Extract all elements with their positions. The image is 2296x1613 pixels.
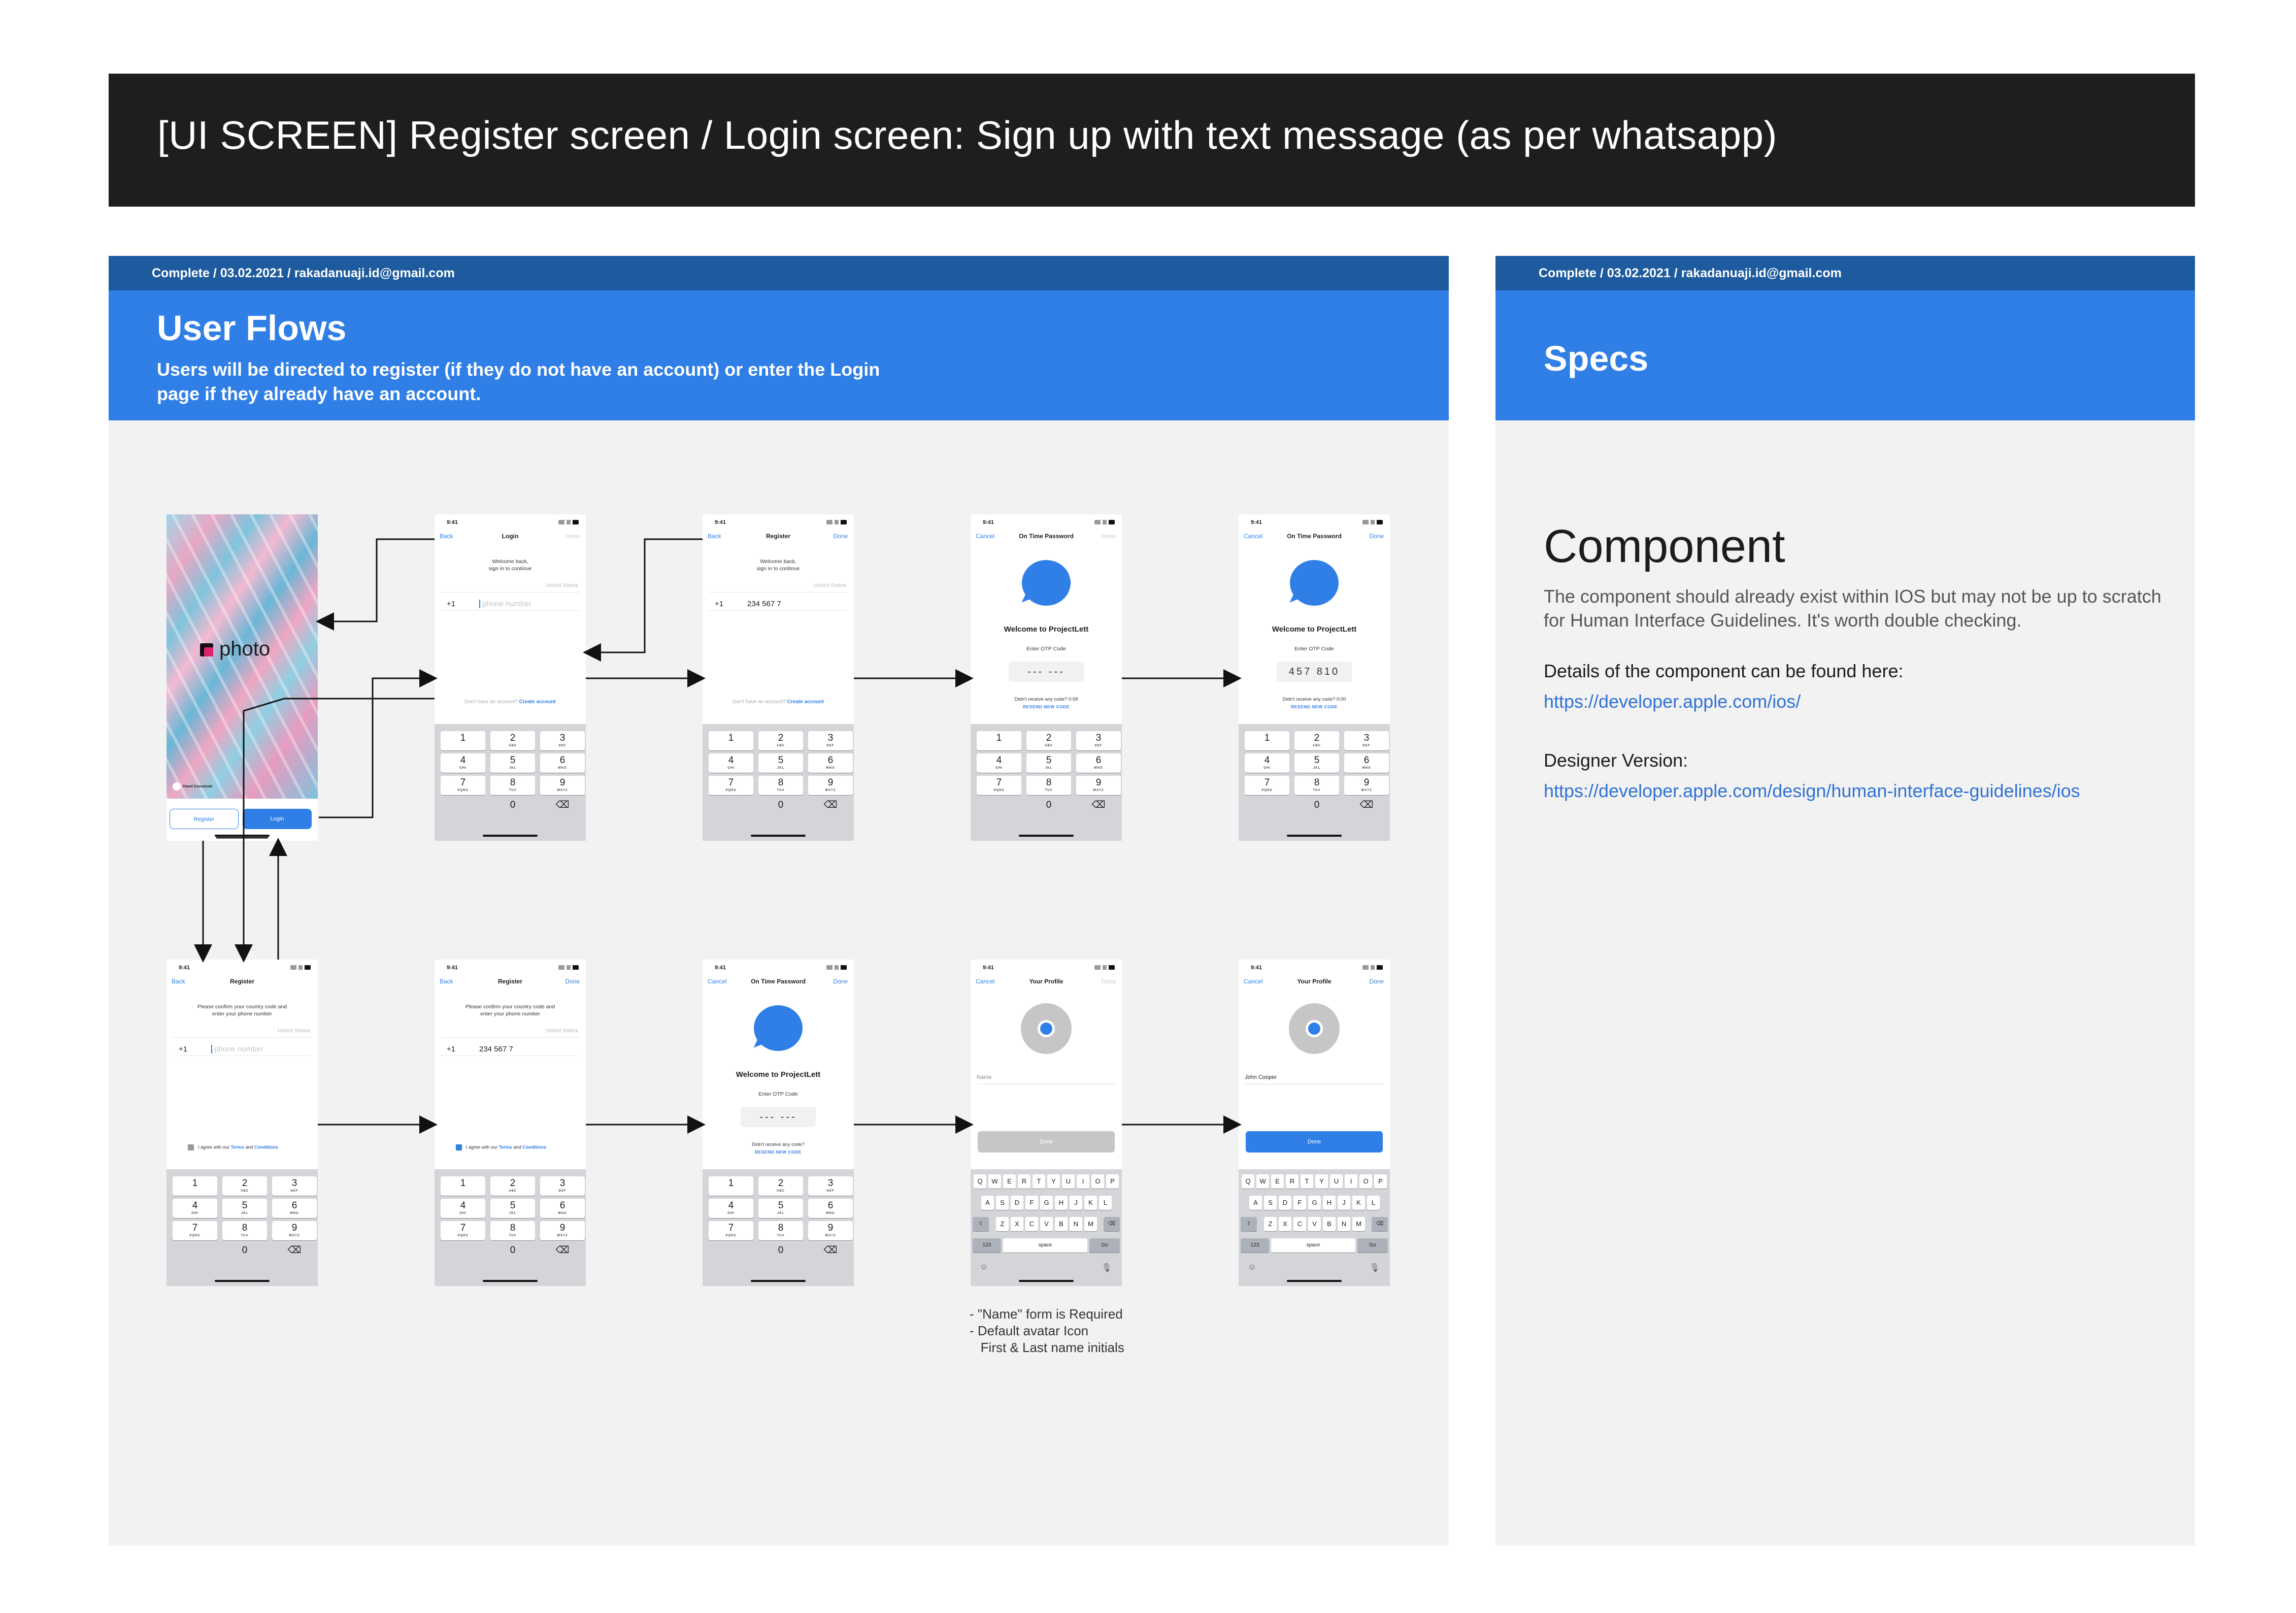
flow-arrow <box>316 538 435 631</box>
flow-arrows <box>194 538 1242 1134</box>
flow-arrow <box>235 698 435 963</box>
flow-arrow <box>583 538 703 662</box>
